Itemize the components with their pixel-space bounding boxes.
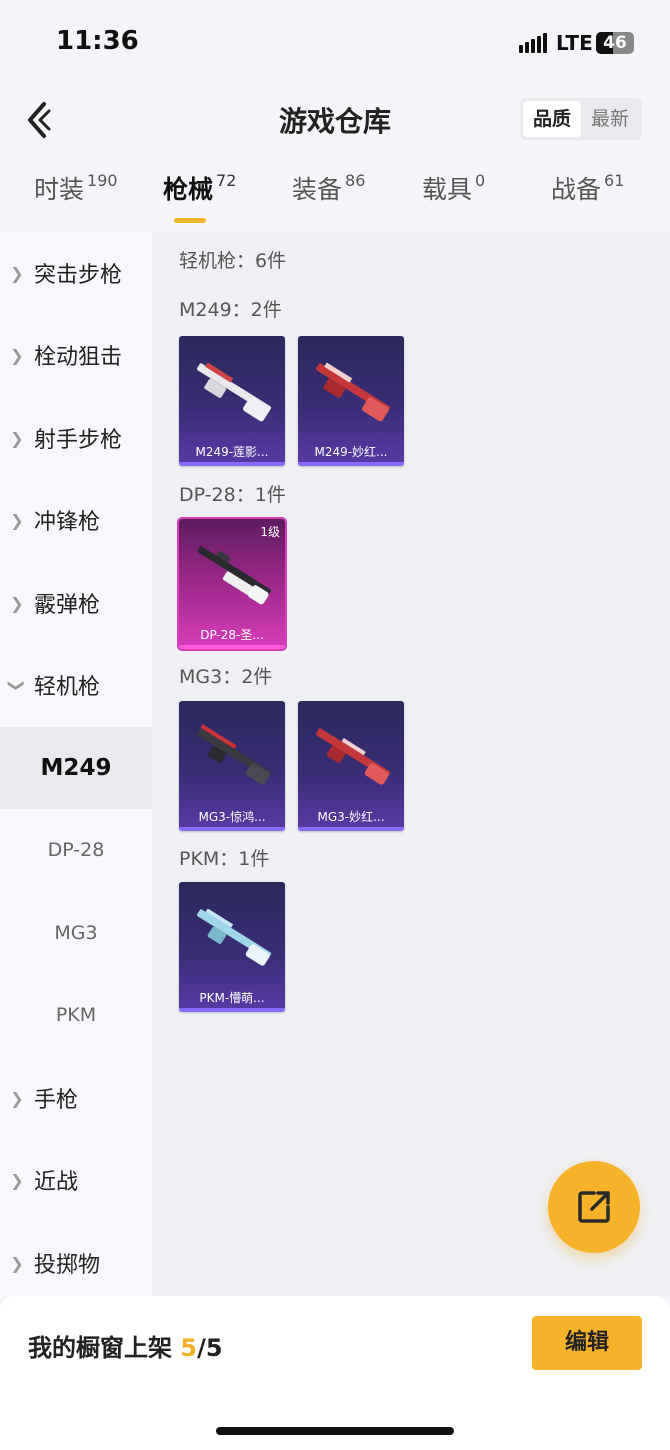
rarity-strip: [298, 462, 404, 466]
sidebar: ❯ 突击步枪 ❯ 栓动狙击 ❯ 射手步枪 ❯ 冲锋枪 ❯ 霰弹枪 ❯ 轻机枪 M249 DP…: [0, 232, 152, 1296]
sidebar-item-lmg[interactable]: ❯ 轻机枪: [0, 644, 152, 726]
chevron-right-icon: ❯: [10, 345, 24, 365]
share-out-icon: [578, 1191, 610, 1223]
chevron-right-icon: ❯: [10, 1253, 24, 1273]
item-name: PKM-懵萌...: [199, 991, 265, 1005]
tab-label: 载具: [422, 175, 473, 204]
sort-toggle: 品质 最新: [520, 98, 642, 140]
rarity-strip: [298, 827, 404, 831]
network-type: LTE: [556, 31, 593, 55]
tab-label: 时装: [34, 175, 85, 204]
sort-newest-button[interactable]: 最新: [581, 101, 639, 137]
sidebar-item-label: 投掷物: [34, 1253, 101, 1278]
battery-percent: 46: [603, 33, 627, 53]
sidebar-item-melee[interactable]: ❯ 近战: [0, 1139, 152, 1221]
sidebar-item-smg[interactable]: ❯ 冲锋枪: [0, 479, 152, 561]
sidebar-item-pistol[interactable]: ❯ 手枪: [0, 1057, 152, 1139]
active-tab-indicator: [174, 218, 206, 223]
chevron-right-icon: ❯: [10, 593, 24, 613]
group-heading-dp28: DP-28：1件: [179, 484, 286, 506]
sidebar-item-label: 突击步枪: [34, 263, 123, 288]
sidebar-item-label: 射手步枪: [34, 428, 123, 453]
sidebar-subitem-pkm[interactable]: PKM: [0, 974, 152, 1056]
tab-count: 72: [216, 171, 237, 190]
sidebar-item-label: 手枪: [34, 1088, 79, 1113]
tab-equipment[interactable]: 装备 86: [292, 170, 365, 230]
group-heading-m249: M249：2件: [179, 299, 282, 321]
rarity-strip: [179, 462, 285, 466]
lmg-skin-icon: [197, 908, 272, 966]
sidebar-item-label: 近战: [34, 1170, 79, 1195]
sidebar-item-label: 轻机枪: [34, 675, 101, 700]
sort-quality-button[interactable]: 品质: [523, 101, 581, 137]
item-name: M249-妙红...: [314, 445, 388, 459]
sidebar-item-bolt-sniper[interactable]: ❯ 栓动狙击: [0, 314, 152, 396]
sidebar-item-assault-rifle[interactable]: ❯ 突击步枪: [0, 232, 152, 314]
tab-label: 枪械: [163, 175, 214, 204]
rarity-strip: [179, 645, 285, 649]
showcase-total: 5: [205, 1334, 223, 1362]
sidebar-subitem-m249[interactable]: M249: [0, 727, 152, 809]
item-card[interactable]: M249-莲影...: [179, 336, 285, 466]
tab-count: 86: [345, 171, 366, 190]
status-time: 11:36: [56, 26, 139, 56]
chevron-right-icon: ❯: [10, 263, 24, 283]
signal-icon: [519, 33, 547, 53]
tab-supplies[interactable]: 战备 61: [551, 170, 624, 230]
rarity-strip: [179, 827, 285, 831]
edit-button[interactable]: 编辑: [532, 1316, 642, 1370]
sidebar-subitem-mg3[interactable]: MG3: [0, 892, 152, 974]
item-card[interactable]: PKM-懵萌...: [179, 882, 285, 1012]
rarity-strip: [179, 1008, 285, 1012]
item-name: MG3-惊鸿...: [198, 810, 266, 824]
sidebar-item-marksman-rifle[interactable]: ❯ 射手步枪: [0, 397, 152, 479]
item-card[interactable]: 1级 DP-28-圣...: [177, 517, 287, 651]
battery-icon: 46: [596, 32, 634, 54]
item-card[interactable]: MG3-惊鸿...: [179, 701, 285, 831]
item-name: MG3-妙红...: [317, 810, 385, 824]
sidebar-subitem-dp28[interactable]: DP-28: [0, 809, 152, 891]
lmg-skin-icon: [316, 362, 391, 422]
home-indicator[interactable]: [216, 1427, 454, 1435]
lmg-skin-icon: [197, 362, 272, 422]
tab-count: 61: [604, 171, 625, 190]
item-name: DP-28-圣...: [200, 628, 264, 642]
lmg-skin-icon: [197, 546, 272, 605]
showcase-shelved-count: 5: [180, 1334, 198, 1362]
status-bar: 11:36 LTE 46: [0, 0, 670, 86]
tab-count: 0: [475, 171, 486, 190]
sidebar-item-shotgun[interactable]: ❯ 霰弹枪: [0, 562, 152, 644]
tab-fashion[interactable]: 时装 190: [34, 170, 118, 230]
sidebar-item-label: 霰弹枪: [34, 593, 101, 618]
share-button[interactable]: [548, 1161, 640, 1253]
tab-label: 装备: [292, 175, 343, 204]
tab-count: 190: [87, 171, 118, 190]
showcase-separator: /: [197, 1334, 206, 1362]
item-card[interactable]: M249-妙红...: [298, 336, 404, 466]
chevron-down-icon: ❯: [7, 678, 27, 692]
showcase-label: 我的橱窗上架: [28, 1334, 172, 1362]
item-name: M249-莲影...: [195, 445, 269, 459]
showcase-status: 我的橱窗上架 5/5: [28, 1328, 223, 1363]
group-heading-mg3: MG3：2件: [179, 666, 273, 688]
group-heading-pkm: PKM：1件: [179, 848, 270, 870]
sidebar-item-label: 冲锋枪: [34, 510, 101, 535]
chevron-right-icon: ❯: [10, 510, 24, 530]
item-card[interactable]: MG3-妙红...: [298, 701, 404, 831]
tab-vehicles[interactable]: 载具 0: [422, 170, 485, 230]
category-summary: 轻机枪：6件: [179, 250, 287, 272]
lmg-skin-icon: [197, 724, 272, 785]
sidebar-item-label: 栓动狙击: [34, 345, 123, 370]
item-list: 轻机枪：6件 M249：2件 M249-莲影... M249-妙红... DP-…: [152, 232, 670, 1296]
chevron-right-icon: ❯: [10, 1088, 24, 1108]
tab-label: 战备: [551, 175, 602, 204]
tab-firearms[interactable]: 枪械 72: [163, 170, 236, 230]
lmg-skin-icon: [316, 728, 391, 785]
showcase-bar: 我的橱窗上架 5/5 编辑: [0, 1296, 670, 1450]
category-tabs: 时装 190 枪械 72 装备 86 载具 0 战备 61: [0, 170, 670, 230]
sidebar-item-throwables[interactable]: ❯ 投掷物: [0, 1222, 152, 1304]
chevron-right-icon: ❯: [10, 428, 24, 448]
chevron-right-icon: ❯: [10, 1170, 24, 1190]
